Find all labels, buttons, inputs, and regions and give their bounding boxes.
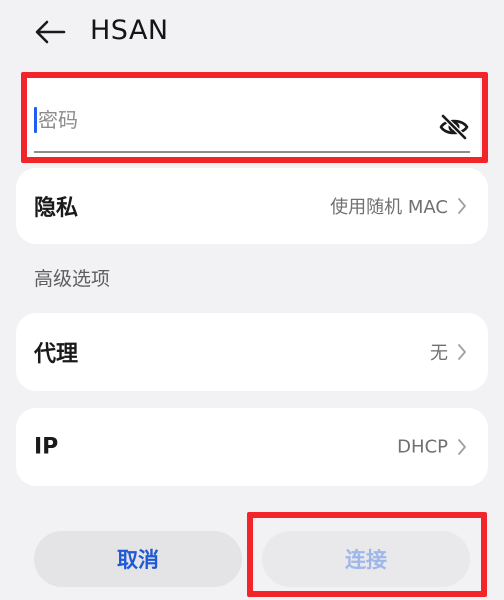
chevron-right-icon xyxy=(456,437,468,457)
ip-row[interactable]: IP DHCP xyxy=(16,408,488,486)
privacy-label: 隐私 xyxy=(34,196,79,221)
ip-label: IP xyxy=(34,434,59,460)
password-underline xyxy=(34,151,470,153)
connect-button[interactable]: 连接 xyxy=(262,531,470,587)
password-input[interactable]: 密码 xyxy=(34,105,474,153)
password-card: 密码 xyxy=(24,75,480,161)
eye-slash-icon xyxy=(439,114,469,140)
proxy-value: 无 xyxy=(430,343,448,364)
text-caret xyxy=(34,107,37,133)
ip-value: DHCP xyxy=(397,436,448,458)
header: HSAN xyxy=(0,0,504,66)
back-button[interactable] xyxy=(30,12,70,52)
privacy-row[interactable]: 隐私 使用随机 MAC xyxy=(16,168,488,244)
chevron-right-icon xyxy=(456,196,468,216)
back-arrow-icon xyxy=(35,20,66,44)
toggle-password-visibility-button[interactable] xyxy=(438,113,470,141)
password-placeholder: 密码 xyxy=(38,108,78,132)
chevron-right-icon xyxy=(456,342,468,362)
advanced-section-title: 高级选项 xyxy=(34,268,111,290)
page-title: HSAN xyxy=(90,15,169,46)
cancel-button[interactable]: 取消 xyxy=(34,531,242,587)
privacy-value: 使用随机 MAC xyxy=(330,197,448,218)
proxy-row[interactable]: 代理 无 xyxy=(16,313,488,391)
proxy-label: 代理 xyxy=(34,342,79,367)
